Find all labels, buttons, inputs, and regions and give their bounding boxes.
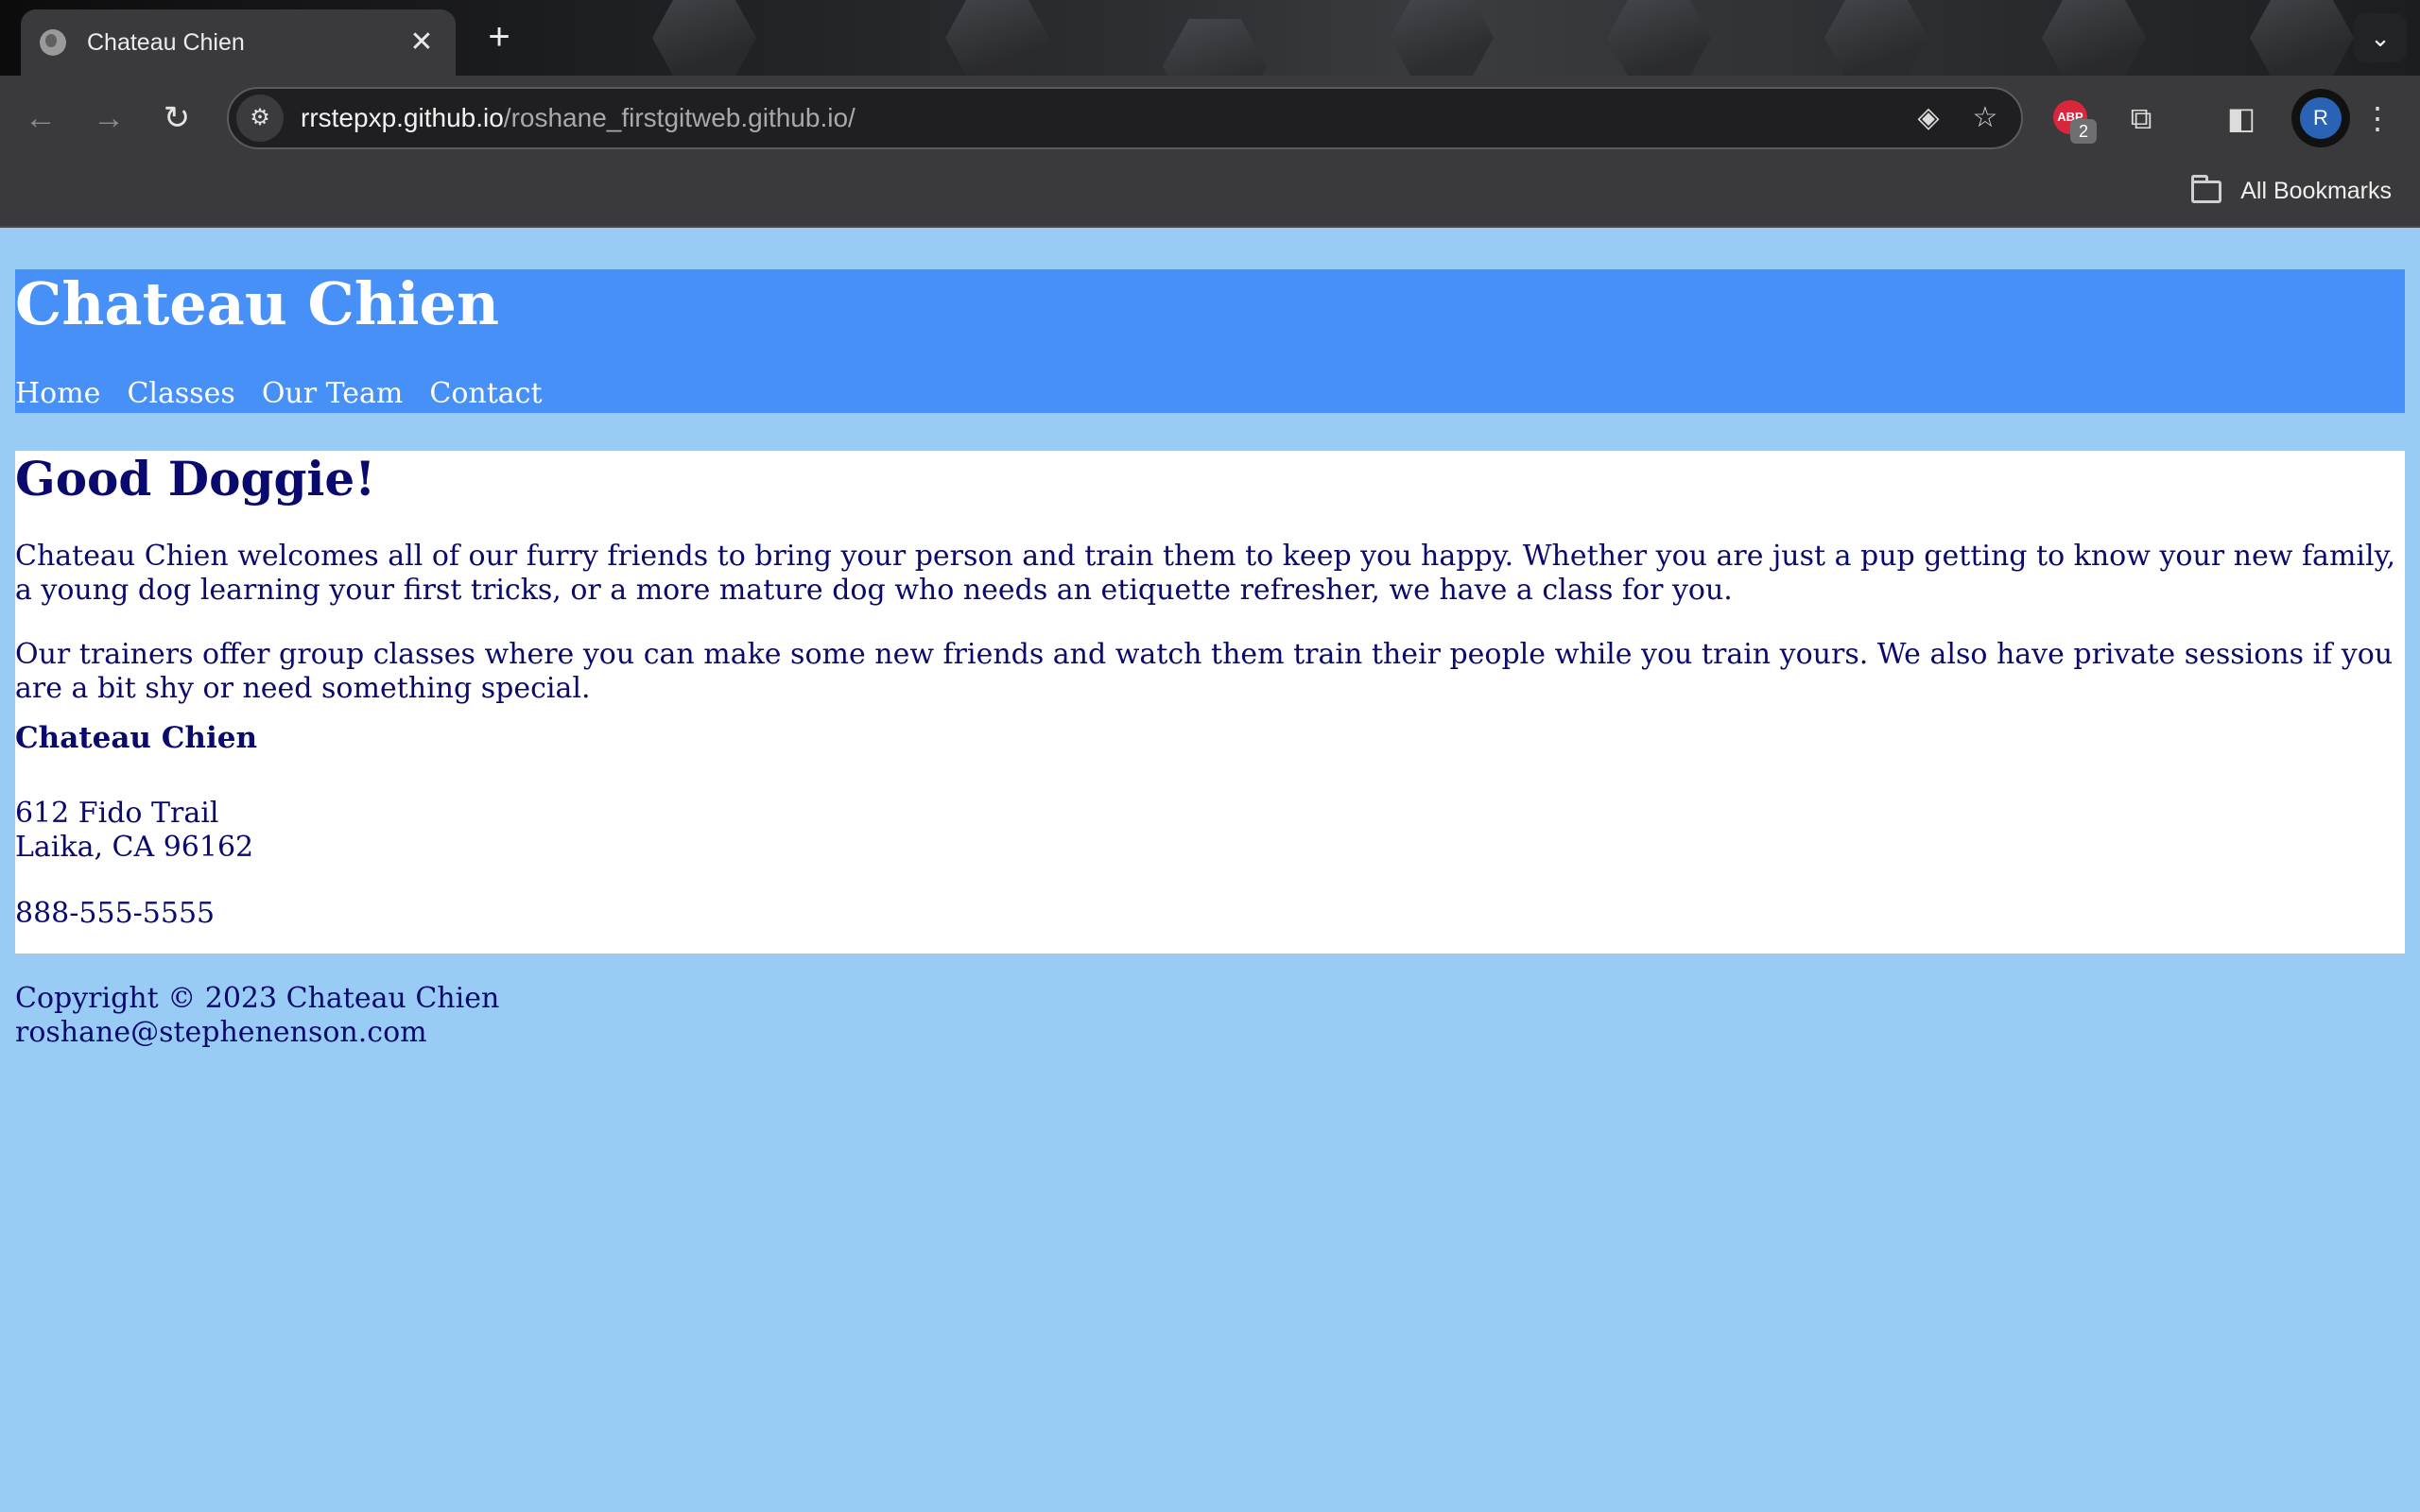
main-content: Good Doggie! Chateau Chien welcomes all … [15, 451, 2405, 954]
background-hexagon [945, 0, 1049, 76]
background-hexagon [2250, 0, 2354, 76]
bookmarks-bar: All Bookmarks [0, 161, 2420, 228]
classes-paragraph: Our trainers offer group classes where y… [15, 638, 2394, 705]
site-title: Chateau Chien [15, 269, 500, 338]
site-nav: Home Classes Our Team Contact [15, 377, 569, 410]
tune-icon[interactable]: ⚙ [236, 94, 284, 142]
close-icon[interactable]: ✕ [406, 27, 437, 58]
tab-search-button[interactable]: ⌄ [2354, 13, 2407, 62]
all-bookmarks-label: All Bookmarks [2240, 178, 2392, 204]
background-hexagon [1390, 0, 1494, 76]
nav-link-home[interactable]: Home [15, 377, 100, 410]
web-page: Chateau Chien Home Classes Our Team Cont… [0, 228, 2420, 1512]
site-footer: Copyright © 2023 Chateau Chien roshane@s… [15, 982, 499, 1050]
page-heading: Good Doggie! [15, 451, 376, 507]
lens-icon[interactable]: ◈ [1908, 97, 1949, 139]
nav-link-contact[interactable]: Contact [429, 377, 542, 410]
url-path: /roshane_firstgitweb.github.io/ [503, 103, 856, 132]
back-button[interactable]: ← [19, 96, 62, 140]
kebab-menu-icon[interactable]: ⋮ [2356, 96, 2399, 140]
browser-toolbar: ← → ↻ ⚙ rrstepxp.github.io/roshane_first… [0, 76, 2420, 161]
background-hexagon [652, 0, 756, 76]
footer-email[interactable]: roshane@stephenenson.com [15, 1016, 499, 1050]
address-bar[interactable]: ⚙ rrstepxp.github.io/roshane_firstgitweb… [227, 87, 2023, 149]
forward-button[interactable]: → [87, 96, 130, 140]
puzzle-icon[interactable]: ⧉ [2119, 96, 2163, 140]
tab-strip: Chateau Chien ✕ + ⌄ [0, 0, 2420, 76]
background-hexagon [1824, 0, 1928, 76]
new-tab-button[interactable]: + [480, 18, 518, 57]
url-host: rrstepxp.github.io [301, 103, 504, 132]
phone-number: 888-555-5555 [15, 897, 216, 930]
address-line-1: 612 Fido Trail [15, 797, 219, 830]
background-hexagon [2042, 0, 2146, 76]
tab-title: Chateau Chien [87, 28, 245, 56]
side-panel-icon[interactable]: ◧ [2220, 96, 2263, 140]
address-line-2: Laika, CA 96162 [15, 831, 254, 864]
tab-active[interactable]: Chateau Chien ✕ [21, 9, 456, 76]
footer-copyright: Copyright © 2023 Chateau Chien [15, 982, 500, 1015]
folder-icon [2191, 174, 2222, 203]
reload-button[interactable]: ↻ [155, 96, 199, 140]
extension-badge-count: 2 [2070, 119, 2097, 144]
globe-icon [40, 29, 66, 56]
browser-chrome: Chateau Chien ✕ + ⌄ ← → ↻ ⚙ rrstepxp.git… [0, 0, 2420, 228]
intro-paragraph: Chateau Chien welcomes all of our furry … [15, 540, 2396, 607]
profile-avatar[interactable]: R [2291, 89, 2350, 147]
nav-link-our-team[interactable]: Our Team [262, 377, 404, 410]
url-text[interactable]: rrstepxp.github.io/roshane_firstgitweb.g… [301, 103, 1908, 133]
site-header: Chateau Chien Home Classes Our Team Cont… [15, 269, 2405, 413]
star-icon[interactable]: ☆ [1964, 97, 2006, 139]
background-hexagon [1163, 19, 1267, 76]
background-hexagon [1607, 0, 1711, 76]
business-name: Chateau Chien [15, 721, 258, 755]
nav-link-classes[interactable]: Classes [127, 377, 234, 410]
profile-initial: R [2300, 97, 2342, 139]
all-bookmarks-button[interactable]: All Bookmarks [2191, 174, 2392, 205]
